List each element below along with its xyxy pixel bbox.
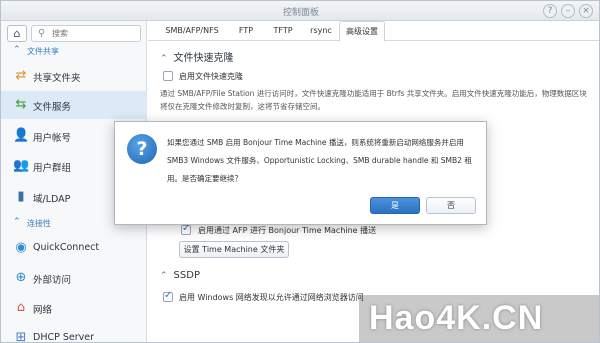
search-input[interactable] <box>52 27 138 40</box>
home-button[interactable]: ⌂ <box>7 25 27 42</box>
dialog-message: 如果您通过 SMB 启用 Bonjour Time Machine 播送，则系统… <box>167 138 472 183</box>
yes-button[interactable]: 是 <box>370 197 420 214</box>
control-panel-window: 控制面板 ? – × ⌂ ⚲ ⌃ 文件共享 ⇄ 共享文件夹 ⇆ 文件服务 👤 用… <box>0 0 600 343</box>
network-icon: ⌂ <box>16 300 26 315</box>
tab-tftp[interactable]: TFTP <box>266 21 300 41</box>
fast-clone-description: 通过 SMB/AFP/File Station 进行访问时，文件快速克隆功能适用… <box>160 89 587 111</box>
chevron-up-icon: ⌃ <box>160 271 168 281</box>
sidebar-item-dhcp[interactable]: ⊞ DHCP Server <box>1 324 147 343</box>
ssdp-heading[interactable]: ⌃ SSDP <box>160 270 200 281</box>
fast-clone-label: 启用文件快速克隆 <box>179 72 243 81</box>
quickconnect-icon: ◉ <box>15 240 27 255</box>
sidebar-item-external-access[interactable]: ⊕ 外部访问 <box>1 264 147 292</box>
no-button[interactable]: 否 <box>426 197 476 214</box>
fast-clone-checkbox[interactable] <box>163 71 173 81</box>
sidebar-item-shared-folder[interactable]: ⇄ 共享文件夹 <box>1 62 147 90</box>
chevron-up-icon: ⌃ <box>13 217 21 227</box>
time-machine-folder-button[interactable]: 设置 Time Machine 文件夹 <box>179 241 289 258</box>
ssdp-checkbox[interactable] <box>163 290 173 302</box>
title-bar: 控制面板 ? – × <box>1 1 599 21</box>
home-icon: ⌂ <box>13 27 21 40</box>
sidebar-item-quickconnect[interactable]: ◉ QuickConnect <box>1 234 147 262</box>
search-box[interactable]: ⚲ <box>31 25 141 42</box>
question-icon: ? <box>127 134 157 164</box>
sidebar-item-network[interactable]: ⌂ 网络 <box>1 294 147 322</box>
watermark-text: Hao4K.CN <box>369 299 544 337</box>
external-access-icon: ⊕ <box>15 270 27 285</box>
dhcp-icon: ⊞ <box>15 330 27 343</box>
shared-folder-icon: ⇄ <box>15 68 27 83</box>
search-icon: ⚲ <box>38 28 46 39</box>
close-button[interactable]: × <box>579 4 593 18</box>
domain-icon: ▮ <box>17 189 25 204</box>
tab-bar: SMB/AFP/NFS FTP TFTP rsync 高级设置 <box>148 21 599 42</box>
tab-rsync[interactable]: rsync <box>304 21 338 41</box>
bonjour-afp-checkbox[interactable] <box>181 223 191 235</box>
window-title: 控制面板 <box>282 8 319 18</box>
fast-clone-heading[interactable]: ⌃ 文件快速克隆 <box>160 49 234 64</box>
minimize-button[interactable]: – <box>561 4 575 18</box>
watermark: Hao4K.CN <box>359 295 599 342</box>
help-button[interactable]: ? <box>543 4 557 18</box>
chevron-up-icon: ⌃ <box>160 54 168 64</box>
bonjour-afp-label: 启用通过 AFP 进行 Bonjour Time Machine 播送 <box>198 226 377 235</box>
ssdp-label: 启用 Windows 网络发现以允许通过网络浏览器访问 <box>179 293 364 302</box>
tab-smb-afp-nfs[interactable]: SMB/AFP/NFS <box>162 21 222 41</box>
chevron-up-icon: ⌃ <box>13 45 21 55</box>
file-services-icon: ⇆ <box>15 97 27 112</box>
section-file-sharing[interactable]: ⌃ 文件共享 <box>1 43 147 59</box>
confirm-dialog: ? 如果您通过 SMB 启用 Bonjour Time Machine 播送，则… <box>114 121 487 225</box>
sidebar-item-file-services[interactable]: ⇆ 文件服务 <box>1 91 147 119</box>
user-icon: 👤 <box>13 128 30 143</box>
tab-ftp[interactable]: FTP <box>230 21 262 41</box>
tab-advanced[interactable]: 高级设置 <box>339 21 385 42</box>
group-icon: 👥 <box>13 158 30 173</box>
